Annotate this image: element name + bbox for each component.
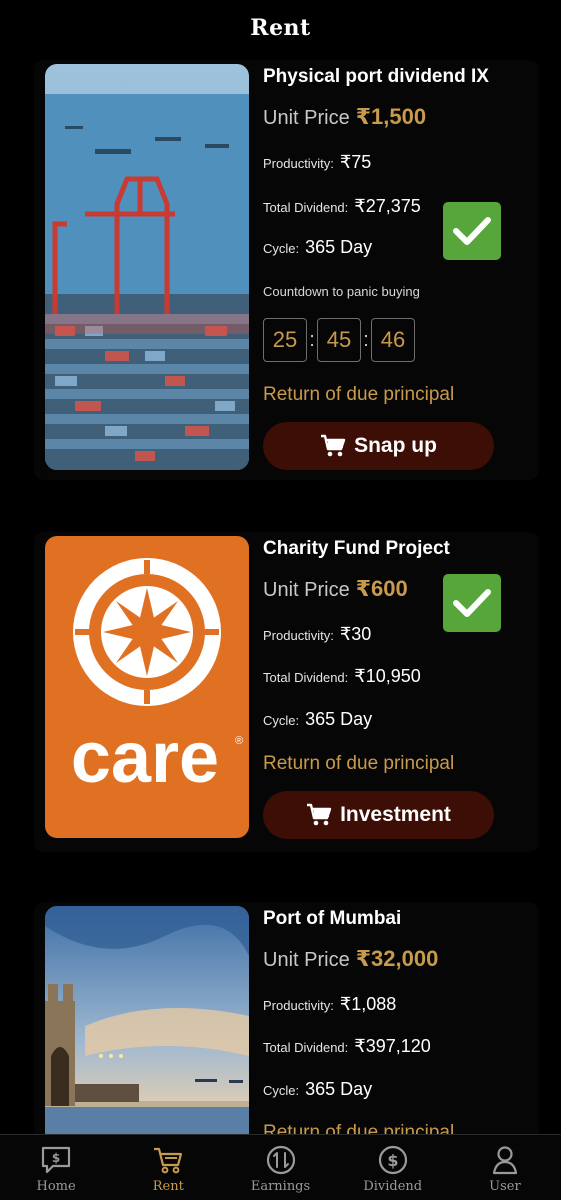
- total-dividend-value: ₹27,375: [354, 196, 421, 216]
- cycle-row: Cycle: 365 Day: [263, 1079, 372, 1100]
- tab-home-label: Home: [36, 1179, 76, 1194]
- total-dividend-label: Total Dividend:: [263, 200, 349, 215]
- tab-earnings[interactable]: Earnings: [224, 1135, 336, 1200]
- cycle-value: 365 Day: [305, 237, 373, 257]
- cart-icon: [321, 434, 346, 457]
- tab-dividend[interactable]: $ Dividend: [337, 1135, 449, 1200]
- product-list[interactable]: Physical port dividend IX Unit Price ₹1,…: [0, 56, 561, 1134]
- bottom-tab-bar: $ Home Rent Earnings $ Dividend User: [0, 1134, 561, 1200]
- unit-price-value: ₹32,000: [355, 946, 439, 971]
- countdown-minutes: 45: [317, 318, 361, 362]
- svg-text:$: $: [387, 1151, 398, 1170]
- unit-price-value: ₹1,500: [355, 104, 427, 129]
- return-principal-text: Return of due principal: [263, 1122, 455, 1134]
- countdown-hours: 25: [263, 318, 307, 362]
- product-title: Physical port dividend IX: [263, 66, 489, 87]
- countdown-timer: 25 : 45 : 46: [263, 318, 415, 362]
- productivity-value: ₹1,088: [339, 994, 397, 1014]
- tab-earnings-label: Earnings: [250, 1179, 311, 1194]
- cycle-value: 365 Day: [305, 1079, 373, 1099]
- tab-dividend-label: Dividend: [363, 1179, 423, 1194]
- tab-rent[interactable]: Rent: [112, 1135, 224, 1200]
- snap-up-label: Snap up: [354, 434, 437, 457]
- unit-price-row: Unit Price ₹1,500: [263, 104, 426, 130]
- checkbox-checked[interactable]: [443, 202, 501, 260]
- tab-user[interactable]: User: [449, 1135, 561, 1200]
- unit-price-label: Unit Price: [263, 579, 350, 601]
- productivity-row: Productivity: ₹75: [263, 152, 371, 173]
- cart-icon: [307, 803, 332, 826]
- user-icon: [492, 1146, 518, 1175]
- port-cranes-image: [45, 64, 249, 470]
- return-principal-text: Return of due principal: [263, 753, 455, 774]
- gateway-of-india-image: [45, 906, 249, 1134]
- total-dividend-label: Total Dividend:: [263, 670, 349, 685]
- dollar-circle-icon: $: [378, 1145, 407, 1175]
- total-dividend-value: ₹10,950: [354, 666, 421, 686]
- cycle-value: 365 Day: [305, 709, 373, 729]
- cycle-label: Cycle:: [263, 713, 300, 728]
- product-title: Port of Mumbai: [263, 908, 402, 929]
- unit-price-label: Unit Price: [263, 107, 350, 129]
- countdown-seconds: 46: [371, 318, 415, 362]
- total-dividend-label: Total Dividend:: [263, 1040, 349, 1055]
- product-title: Charity Fund Project: [263, 538, 450, 559]
- return-principal-text: Return of due principal: [263, 384, 455, 405]
- checkmark-icon: [453, 217, 491, 245]
- chat-dollar-icon: $: [41, 1146, 71, 1174]
- svg-text:®: ®: [235, 735, 243, 747]
- unit-price-row: Unit Price ₹32,000: [263, 946, 438, 972]
- exchange-icon: [266, 1145, 295, 1175]
- total-dividend-row: Total Dividend: ₹10,950: [263, 666, 421, 687]
- investment-button[interactable]: Investment: [263, 791, 494, 839]
- checkmark-icon: [453, 589, 491, 617]
- productivity-label: Productivity:: [263, 156, 334, 171]
- tab-rent-label: Rent: [152, 1179, 184, 1194]
- svg-text:$: $: [52, 1151, 60, 1165]
- unit-price-value: ₹600: [355, 576, 408, 601]
- tab-user-label: User: [489, 1179, 521, 1194]
- care-logo-text: care: [71, 718, 219, 798]
- page-title: Rent: [250, 15, 311, 41]
- tab-home[interactable]: $ Home: [0, 1135, 112, 1200]
- product-card: Physical port dividend IX Unit Price ₹1,…: [34, 60, 539, 480]
- productivity-row: Productivity: ₹30: [263, 624, 371, 645]
- product-info: Physical port dividend IX Unit Price ₹1,…: [263, 60, 523, 480]
- investment-label: Investment: [340, 803, 451, 826]
- productivity-value: ₹75: [339, 152, 372, 172]
- unit-price-row: Unit Price ₹600: [263, 576, 408, 602]
- care-logo-image: care ®: [45, 536, 249, 838]
- productivity-value: ₹30: [339, 624, 372, 644]
- cycle-label: Cycle:: [263, 1083, 300, 1098]
- productivity-label: Productivity:: [263, 628, 334, 643]
- cart-icon: [154, 1147, 183, 1174]
- checkbox-checked[interactable]: [443, 574, 501, 632]
- cycle-row: Cycle: 365 Day: [263, 709, 372, 730]
- cycle-row: Cycle: 365 Day: [263, 237, 372, 258]
- productivity-label: Productivity:: [263, 998, 334, 1013]
- product-card: care ® Charity Fund Project Unit Price ₹…: [34, 532, 539, 852]
- product-info: Port of Mumbai Unit Price ₹32,000 Produc…: [263, 902, 523, 1134]
- countdown-label: Countdown to panic buying: [263, 284, 420, 299]
- page-header: Rent: [0, 0, 561, 56]
- countdown-separator: :: [309, 328, 315, 351]
- unit-price-label: Unit Price: [263, 949, 350, 971]
- total-dividend-row: Total Dividend: ₹27,375: [263, 196, 421, 217]
- total-dividend-row: Total Dividend: ₹397,120: [263, 1036, 431, 1057]
- productivity-row: Productivity: ₹1,088: [263, 994, 396, 1015]
- total-dividend-value: ₹397,120: [354, 1036, 431, 1056]
- cycle-label: Cycle:: [263, 241, 300, 256]
- product-card: Port of Mumbai Unit Price ₹32,000 Produc…: [34, 902, 539, 1134]
- countdown-separator: :: [363, 328, 369, 351]
- snap-up-button[interactable]: Snap up: [263, 422, 494, 470]
